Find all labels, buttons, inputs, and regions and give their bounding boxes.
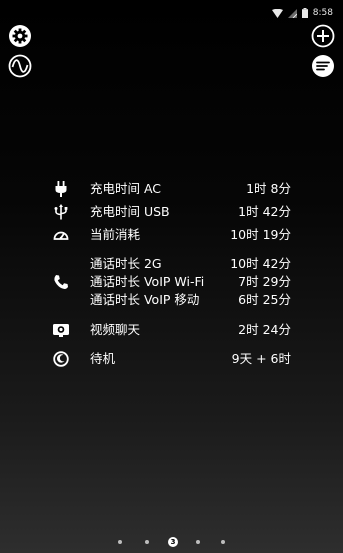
page-dot[interactable]: [145, 540, 149, 544]
page-dot[interactable]: [118, 540, 122, 544]
gauge-icon: [51, 227, 71, 243]
page-indicator: 3: [0, 537, 343, 547]
stat-value: 7时 29分: [238, 274, 291, 289]
stat-value: 6时 25分: [238, 292, 291, 307]
page-dot[interactable]: [196, 540, 200, 544]
stat-value: 2时 24分: [238, 322, 291, 337]
page-dot-active[interactable]: 3: [168, 537, 178, 547]
video-chat-icon: [51, 322, 71, 338]
stat-value: 1时 8分: [246, 181, 291, 196]
standby-icon: [51, 351, 71, 367]
page-dot[interactable]: [221, 540, 225, 544]
stat-label: 通话时长 VoIP 移动: [90, 292, 200, 307]
stat-label: 充电时间 USB: [90, 204, 170, 219]
phone-icon: [51, 274, 71, 290]
usage-stats-list: 充电时间 AC 1时 8分 充电时间 USB 1时 42分 当前消耗 10时 1…: [0, 0, 343, 553]
stat-label: 充电时间 AC: [90, 181, 162, 196]
stat-label: 通话时长 2G: [90, 256, 162, 271]
stat-value: 1时 42分: [238, 204, 291, 219]
stat-value: 10时 42分: [230, 256, 291, 271]
usb-icon: [51, 204, 71, 220]
stat-value: 9天 + 6时: [231, 351, 291, 366]
stat-label: 待机: [90, 351, 116, 366]
stat-value: 10时 19分: [230, 227, 291, 242]
plug-icon: [51, 181, 71, 197]
stat-label: 当前消耗: [90, 227, 141, 242]
stat-label: 通话时长 VoIP Wi-Fi: [90, 274, 205, 289]
stat-label: 视频聊天: [90, 322, 141, 337]
